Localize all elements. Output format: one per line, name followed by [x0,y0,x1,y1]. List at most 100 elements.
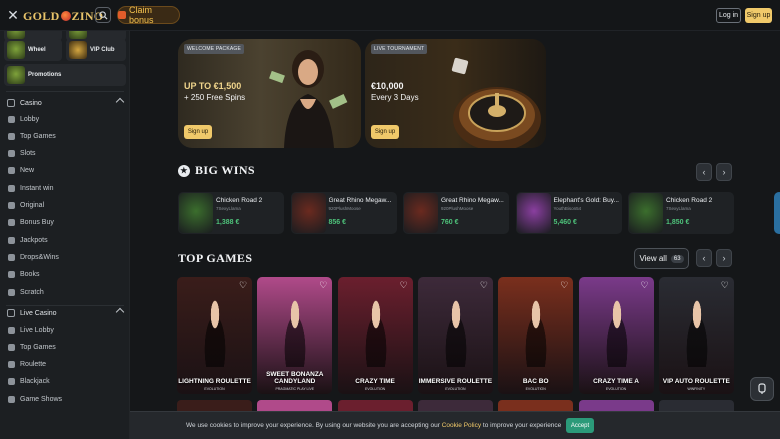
game-provider: PRAGMATIC PLAY LIVE [275,387,315,391]
big-wins-prev-button[interactable]: ‹ [696,163,712,181]
sidebar-item-live-live-lobby[interactable]: Live Lobby [0,323,128,337]
chevron-left-icon: ‹ [702,253,706,263]
game-card[interactable]: ♡ CRAZY TIME EVOLUTION [337,277,413,394]
sidebar-item-live-roulette[interactable]: Roulette [0,358,128,372]
sidebar-item-new[interactable]: New [0,164,128,178]
game-title: BAC BO [522,378,549,385]
game-artwork [680,297,713,367]
big-wins-next-button[interactable]: › [716,163,732,181]
menu-item-icon [8,288,15,296]
top-games-prev-button[interactable]: ‹ [696,249,712,267]
game-card[interactable]: ♡ VIP AUTO ROULETTE WINFINITY [658,277,734,394]
sidebar-item-slots[interactable]: Slots [0,147,128,161]
search-button[interactable] [95,7,111,23]
sidebar-item-books[interactable]: Books [0,268,128,282]
sidebar-item-original[interactable]: Original [0,199,128,213]
sidebar-item-live-blackjack[interactable]: Blackjack [0,375,128,389]
game-title: CRAZY TIME A [593,378,639,385]
menu-item-icon [8,326,15,334]
sidebar-divider [6,91,124,92]
heart-icon[interactable]: ♡ [239,281,248,290]
menu-item-icon [8,378,15,386]
heart-icon[interactable]: ♡ [480,281,489,290]
top-bar: ✕ GOLD ZINO Claim bonus Log in Sign up [0,0,780,31]
heart-icon[interactable]: ♡ [641,281,650,290]
big-win-amount: 1,388 € [216,219,240,226]
heart-icon[interactable]: ♡ [560,281,569,290]
big-win-card[interactable]: Great Rhino Megaw... 920PlushMoose 856 € [290,192,397,234]
big-win-card[interactable]: Chicken Road 2 7SexyLlama 1,388 € [178,192,284,234]
sidebar-item-label: Books [20,271,40,279]
big-win-info: Great Rhino Megaw... 920PlushMoose 760 € [441,192,507,234]
search-icon [98,10,108,20]
main-content: WELCOME PACKAGE UP TO €1,500 + 250 Free … [131,31,780,439]
big-win-game-title: Chicken Road 2 [666,197,713,204]
game-card[interactable]: ♡ BAC BO EVOLUTION [498,277,574,394]
sidebar-tile-vip-club[interactable]: VIP Club [66,39,126,61]
model-image [269,50,348,148]
game-title: SWEET BONANZA CANDYLAND [266,371,324,385]
sidebar-tile-wheel[interactable]: Wheel [4,39,62,61]
big-win-info: Chicken Road 2 7SexyLlama 1,388 € [216,192,282,234]
big-win-game-title: Great Rhino Megaw... [328,197,392,204]
banner-subline: Every 3 Days [371,93,419,102]
gift-icon [118,11,126,19]
menu-item-icon [8,167,15,175]
sidebar-item-label: Roulette [20,361,47,369]
heart-icon[interactable]: ♡ [319,281,328,290]
game-provider: EVOLUTION [525,387,546,391]
big-win-card-partial[interactable] [774,192,780,234]
sidebar-item-bonus-buy[interactable]: Bonus Buy [0,216,128,230]
menu-item-icon [8,132,15,140]
sidebar-section-live-casino[interactable]: Live Casino [0,305,129,321]
game-artwork [600,297,633,367]
sidebar-item-label: Blackjack [20,378,50,386]
chevron-right-icon: › [722,253,726,263]
chat-support-button[interactable] [750,377,774,401]
game-card[interactable]: ♡ SWEET BONANZA CANDYLAND PRAGMATIC PLAY L… [257,277,333,394]
view-all-label: View all [639,254,667,263]
cookie-banner: We use cookies to improve your experienc… [130,411,780,439]
sidebar-item-scratch[interactable]: Scratch [0,285,128,299]
top-games-next-button[interactable]: › [716,249,732,267]
heart-icon[interactable]: ♡ [721,281,730,290]
accept-cookies-button[interactable]: Accept [566,418,594,433]
sidebar-item-jackpots[interactable]: Jackpots [0,233,128,247]
login-button[interactable]: Log in [716,8,741,23]
signup-button[interactable]: Sign up [745,8,772,23]
big-win-card[interactable]: Elephant's Gold: Buy... YouthBison54 5,460… [515,192,622,234]
big-win-card[interactable]: Chicken Road 2 7SexyLlama 1,850 € [628,192,734,234]
game-card[interactable]: ♡ CRAZY TIME A EVOLUTION [578,277,654,394]
welcome-banner[interactable]: WELCOME PACKAGE UP TO €1,500 + 250 Free … [178,39,361,148]
heart-icon[interactable]: ♡ [400,281,409,290]
claim-bonus-button[interactable]: Claim bonus [117,5,180,25]
sidebar-item-live-top-games[interactable]: Top Games [0,340,128,354]
big-wins-heading: ★ BIG WINS [178,163,255,178]
sidebar-item-live-game-shows[interactable]: Game Shows [0,392,128,406]
big-win-amount: 1,850 € [666,219,690,226]
banner-signup-button[interactable]: Sign up [371,125,399,139]
sidebar-section-casino[interactable]: Casino [0,95,129,111]
tournament-banner[interactable]: LIVE TOURNAMENT €10,000 Every 3 Days Sig… [365,39,546,148]
sidebar-item-lobby[interactable]: Lobby [0,112,128,126]
view-all-button[interactable]: View all 63 [634,248,689,269]
big-win-card[interactable]: Great Rhino Megaw... 920PlushMoose 760 € [403,192,509,234]
sidebar-item-top-games[interactable]: Top Games [0,129,128,143]
chat-icon [758,383,766,394]
close-icon[interactable]: ✕ [6,8,20,22]
menu-item-icon [8,236,15,244]
cookie-policy-link[interactable]: Cookie Policy [442,422,481,429]
big-wins-row: Chicken Road 2 7SexyLlama 1,388 € Great Rhi… [176,191,780,234]
game-card[interactable]: ♡ IMMERSIVE ROULETTE EVOLUTION [417,277,493,394]
chevron-right-icon: › [722,167,726,177]
chevron-up-icon [115,307,125,317]
sidebar-item-instant-win[interactable]: Instant win [0,181,128,195]
banner-signup-button[interactable]: Sign up [184,125,212,139]
logo[interactable]: GOLD ZINO [23,9,103,24]
big-win-amount: 856 € [328,219,347,226]
sidebar-tile-promotions[interactable]: Promotions [4,64,126,86]
sidebar-item-drops-wins[interactable]: Drops&Wins [0,250,128,264]
cookie-text: We use cookies to improve your experienc… [186,422,562,429]
game-provider: WINFINITY [687,387,706,391]
game-card[interactable]: ♡ LIGHTNING ROULETTE EVOLUTION [177,277,252,394]
